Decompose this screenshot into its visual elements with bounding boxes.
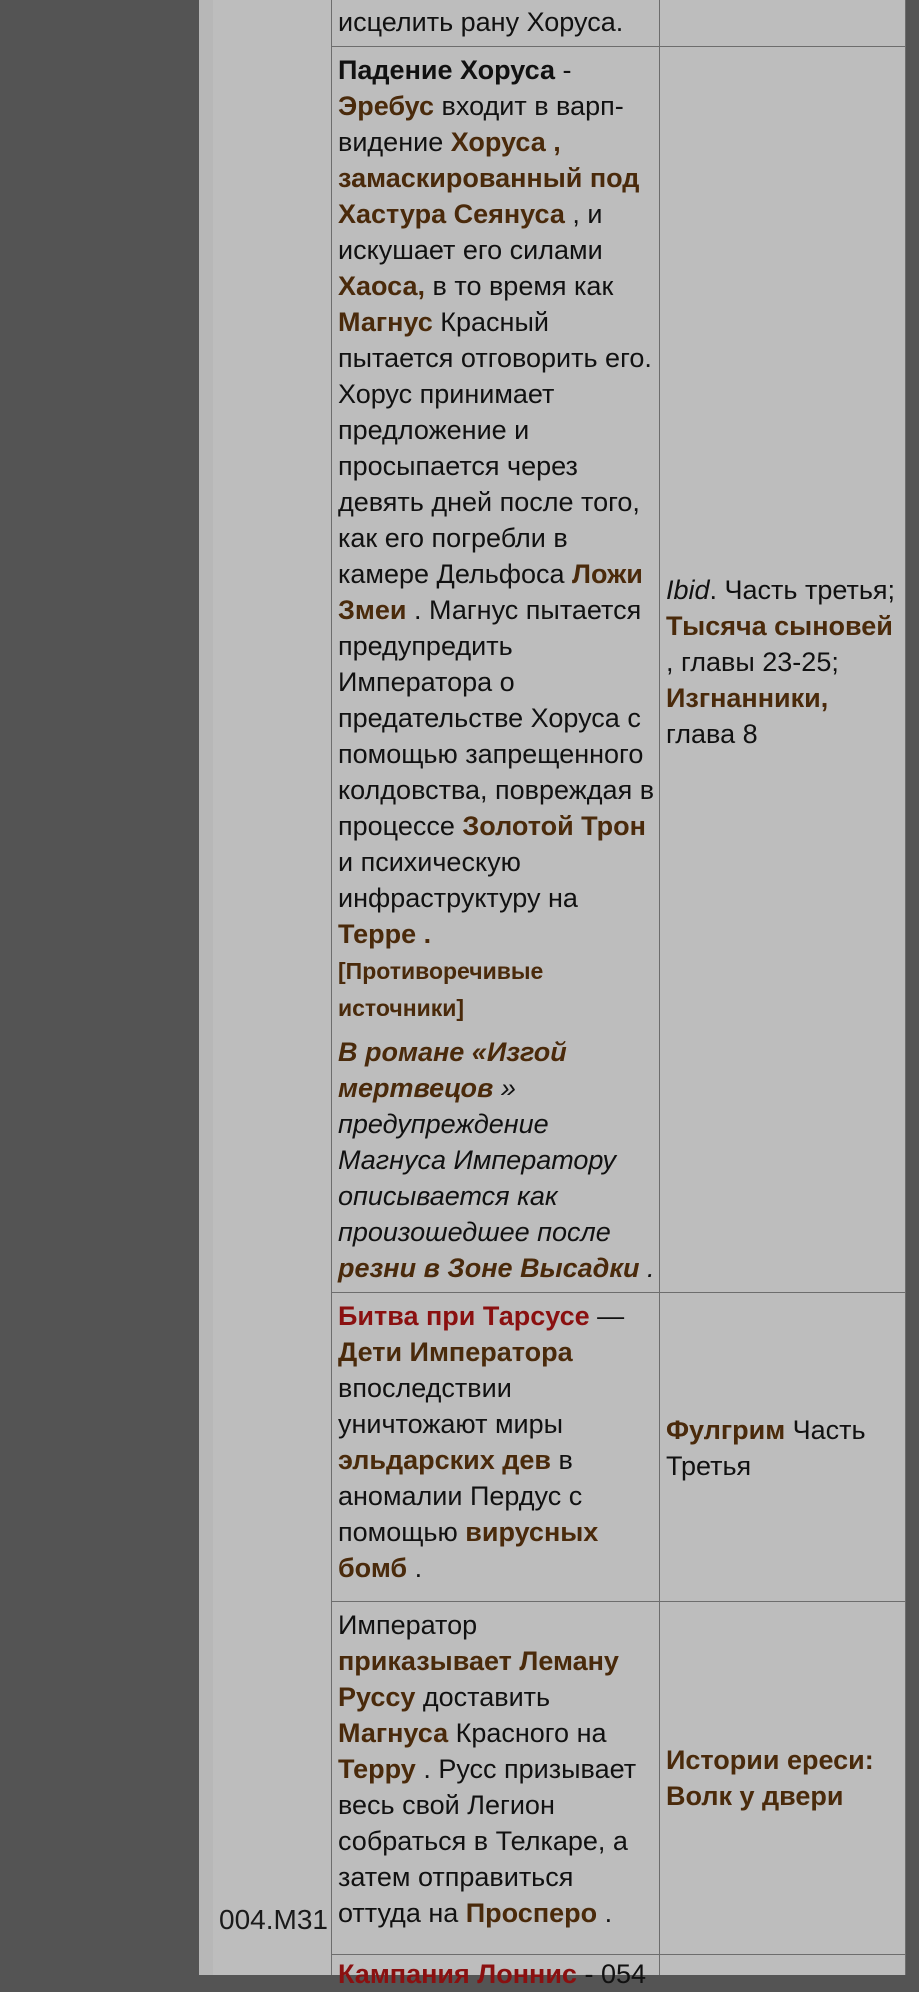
link-eldar-maiden[interactable]: эльдарских дев <box>338 1445 551 1475</box>
link-fulgrim[interactable]: Фулгрим <box>666 1415 785 1445</box>
source-cell-tarsus: Фулгрим Часть Третья <box>666 1412 902 1484</box>
link-exiles[interactable]: Изгнанники, <box>666 683 828 713</box>
event-cell-horus-fall: Падение Хоруса - Эребус входит в варп-ви… <box>338 52 656 1286</box>
link-thousand-sons[interactable]: Тысяча сыновей <box>666 611 893 641</box>
link-emperors-children[interactable]: Дети Императора <box>338 1337 573 1367</box>
event-title: Падение Хоруса <box>338 55 555 85</box>
event-text: доставить <box>415 1682 551 1712</box>
row-divider <box>332 1292 906 1293</box>
conflicting-sources-link[interactable]: [Противоречивые источники] <box>338 958 543 1021</box>
link-erebus[interactable]: Эребус <box>338 91 434 121</box>
event-text: . Магнус пытается предупредить Император… <box>338 595 655 841</box>
event-text: - 054 <box>576 1959 646 1989</box>
link-terra[interactable]: Терру <box>338 1754 416 1784</box>
event-text: впоследствии уничтожают миры <box>338 1373 564 1439</box>
source-cell-emperor-orders: Истории ереси: Волк у двери <box>666 1742 902 1814</box>
event-text: Красный пытается отговорить его. Хорус п… <box>338 307 652 589</box>
event-text: — <box>589 1301 625 1331</box>
event-text: исцелить рану Хоруса. <box>338 7 624 37</box>
source-ibid: Ibid <box>666 575 710 605</box>
link-terra[interactable]: Терре . <box>338 919 431 949</box>
link-magnus[interactable]: Магнуса <box>338 1718 448 1748</box>
link-outcast-dead[interactable]: В романе «Изгой мертвецов <box>338 1037 567 1103</box>
note-text: . <box>639 1253 655 1283</box>
date-column: 004.M31 <box>213 0 332 1975</box>
link-golden-throne[interactable]: Золотой Трон <box>462 811 646 841</box>
page-edge-strip <box>199 0 214 1975</box>
event-text: и психическую инфраструктуру на <box>338 847 578 913</box>
event-text: . <box>407 1553 423 1583</box>
event-dash: - <box>555 55 572 85</box>
link-prospero[interactable]: Просперо <box>466 1898 597 1928</box>
event-text: . <box>597 1898 613 1928</box>
link-wolf-at-the-door[interactable]: Истории ереси: Волк у двери <box>666 1745 874 1811</box>
event-text: Красного на <box>448 1718 607 1748</box>
link-battle-tarsus[interactable]: Битва при Тарсусе <box>338 1301 590 1331</box>
link-lonnis-campaign[interactable]: Кампания Лоннис <box>338 1959 577 1989</box>
row-divider <box>332 1601 906 1602</box>
event-text: Император <box>338 1610 478 1640</box>
row-divider <box>332 46 906 47</box>
event-cell-tarsus: Битва при Тарсусе — Дети Императора впос… <box>338 1298 656 1586</box>
source-column <box>660 0 906 1975</box>
link-magnus[interactable]: Магнус <box>338 307 433 337</box>
link-chaos[interactable]: Хаоса, <box>338 271 425 301</box>
link-dropsite-massacre[interactable]: резни в Зоне Высадки <box>338 1253 640 1283</box>
source-text: глава 8 <box>666 719 758 749</box>
event-note: В романе «Изгой мертвецов » предупрежден… <box>338 1034 656 1286</box>
source-text: , главы 23-25; <box>666 647 839 677</box>
event-text: в то время как <box>425 271 614 301</box>
event-cell-top: исцелить рану Хоруса. <box>338 4 653 40</box>
source-cell-horus-fall: Ibid. Часть третья; Тысяча сыновей , гла… <box>666 572 902 752</box>
source-text: . Часть третья; <box>709 575 896 605</box>
event-cell-emperor-orders: Император приказывает Леману Руссу доста… <box>338 1607 656 1931</box>
date-cell: 004.M31 <box>219 1904 328 1935</box>
row-divider <box>332 1954 906 1955</box>
event-cell-lonnis-partial: Кампания Лоннис - 054 <box>338 1956 656 1992</box>
